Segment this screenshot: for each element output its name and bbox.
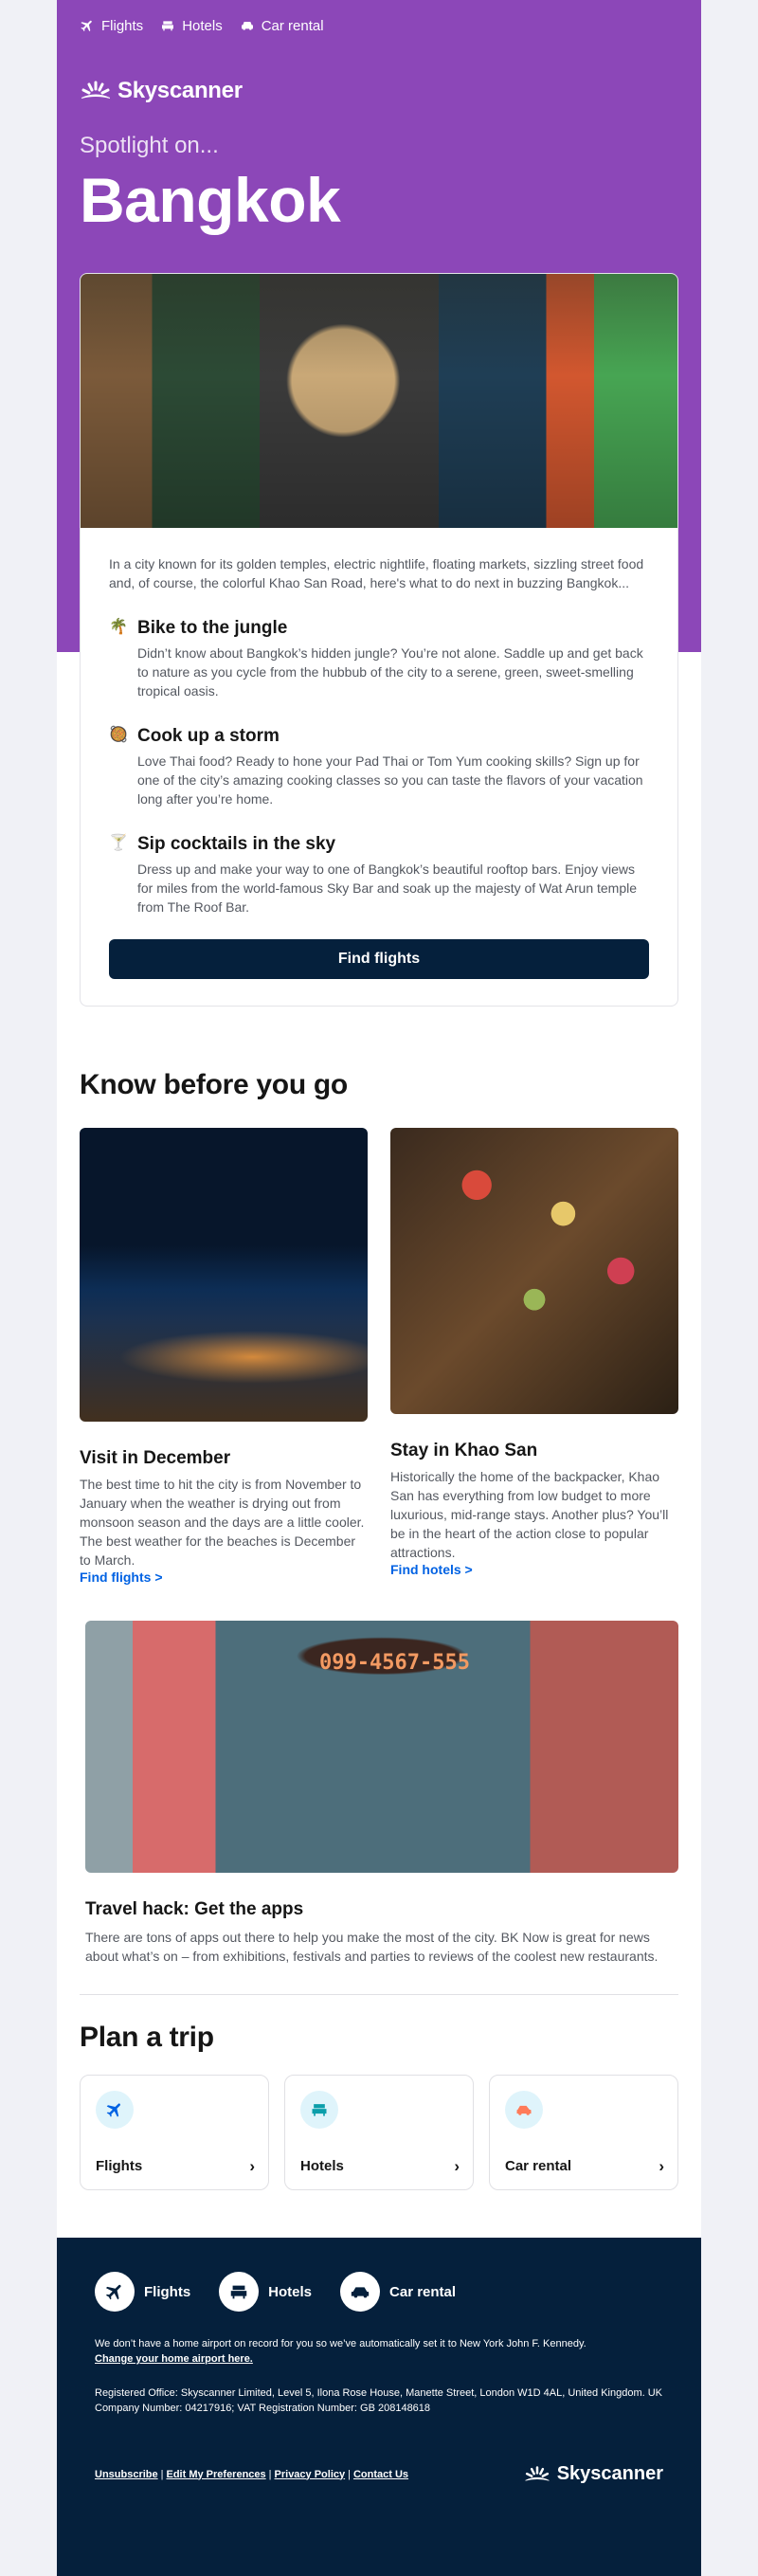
tuk-tuk-sign-text: 099-4567-555: [319, 1650, 470, 1675]
khao-san-market-image: [390, 1128, 678, 1414]
chevron-right-icon: ›: [659, 2157, 664, 2175]
plan-card-car-rental[interactable]: Car rental ›: [489, 2075, 678, 2190]
section-title: Know before you go: [80, 1069, 348, 1100]
food-pan-icon: 🥘: [109, 727, 128, 743]
tip-title: Bike to the jungle: [137, 618, 288, 638]
registered-office-text: Registered Office: Skyscanner Limited, L…: [95, 2387, 663, 2414]
info-card-text: Historically the home of the backpacker,…: [390, 1469, 669, 1560]
travel-hack-title: Travel hack: Get the apps: [85, 1899, 304, 1919]
car-icon: [241, 22, 253, 30]
chevron-right-icon: ›: [454, 2157, 460, 2175]
tip-description: Didn’t know about Bangkok’s hidden jungl…: [137, 645, 643, 698]
cocktail-icon: 🍸: [109, 835, 128, 851]
footer-logo-text: Skyscanner: [556, 2463, 663, 2484]
top-nav-car-rental-label: Car rental: [261, 17, 324, 34]
info-card-title: Stay in Khao San: [390, 1441, 538, 1460]
edit-preferences-link[interactable]: Edit My Preferences: [167, 2469, 266, 2480]
intro-card: In a city known for its golden temples, …: [80, 273, 678, 1007]
hero-city-title: Bangkok: [80, 165, 341, 235]
skyscanner-sunburst-icon: [525, 2465, 550, 2481]
bangkok-night-skyline-image: [80, 1128, 368, 1422]
section-divider: [80, 1994, 678, 1995]
separator: |: [160, 2468, 164, 2480]
privacy-policy-link[interactable]: Privacy Policy: [275, 2469, 346, 2480]
hero-section: Flights Hotels Car rental Skyscanner Spo…: [57, 0, 701, 1007]
footer-nav-label: Hotels: [268, 2283, 313, 2300]
plane-icon: [106, 2103, 120, 2117]
plan-card-label: Hotels: [300, 2158, 344, 2174]
footer-skyscanner-logo[interactable]: Skyscanner: [523, 2463, 663, 2485]
top-nav-car-rental[interactable]: Car rental: [240, 18, 324, 34]
plan-card-label: Car rental: [505, 2158, 572, 2174]
tip-title: Sip cocktails in the sky: [137, 834, 336, 854]
footer-nav-label: Flights: [144, 2283, 191, 2300]
plan-card-hotels[interactable]: Hotels ›: [284, 2075, 474, 2190]
footer-nav: Flights Hotels Car rental: [95, 2272, 663, 2312]
home-airport-note: We don’t have a home airport on record f…: [95, 2336, 663, 2367]
bed-icon: [230, 2285, 247, 2299]
contact-us-link[interactable]: Contact Us: [353, 2469, 408, 2480]
hero-image: [81, 274, 677, 528]
footer-nav-label: Car rental: [389, 2283, 457, 2300]
hero-kicker: Spotlight on...: [80, 133, 219, 158]
tip-description: Dress up and make your way to one of Ban…: [137, 862, 638, 915]
intro-text: In a city known for its golden temples, …: [109, 556, 644, 590]
palm-tree-icon: 🌴: [109, 619, 128, 635]
plan-card-label: Flights: [96, 2158, 143, 2174]
logo-text: Skyscanner: [117, 78, 243, 103]
car-icon: [516, 2105, 532, 2115]
skyscanner-sunburst-icon: [81, 81, 110, 99]
separator: |: [268, 2468, 272, 2480]
footer: Flights Hotels Car rental We don’t have …: [57, 2238, 701, 2576]
car-icon: [351, 2287, 370, 2298]
tip-item: 🌴 Bike to the jungle Didn’t know about B…: [109, 617, 649, 700]
email-container: Flights Hotels Car rental Skyscanner Spo…: [57, 0, 701, 2576]
top-nav-flights-label: Flights: [101, 17, 144, 34]
find-flights-link[interactable]: Find flights >: [80, 1569, 163, 1585]
info-card-text: The best time to hit the city is from No…: [80, 1477, 365, 1568]
tip-item: 🥘 Cook up a storm Love Thai food? Ready …: [109, 725, 649, 808]
footer-nav-hotels[interactable]: Hotels: [219, 2272, 312, 2312]
info-card: Visit in December The best time to hit t…: [80, 1128, 368, 1587]
skyscanner-logo[interactable]: Skyscanner: [80, 78, 678, 104]
section-title: Plan a trip: [80, 2022, 214, 2053]
chevron-right-icon: ›: [249, 2157, 255, 2175]
bed-icon: [162, 21, 174, 31]
separator: |: [348, 2468, 351, 2480]
tuk-tuk-image: 099-4567-555: [85, 1621, 678, 1873]
top-nav-hotels[interactable]: Hotels: [160, 18, 223, 34]
plan-card-flights[interactable]: Flights ›: [80, 2075, 269, 2190]
home-airport-text: We don’t have a home airport on record f…: [95, 2338, 587, 2349]
info-card-title: Visit in December: [80, 1448, 231, 1468]
find-flights-button[interactable]: Find flights: [109, 939, 649, 979]
plan-icon-circle: [96, 2091, 134, 2129]
plane-icon: [81, 20, 92, 32]
footer-nav-car-rental[interactable]: Car rental: [340, 2272, 456, 2312]
legal-links: Unsubscribe | Edit My Preferences | Privacy …: [95, 2469, 408, 2480]
plane-icon: [105, 2284, 121, 2300]
find-hotels-link[interactable]: Find hotels >: [390, 1562, 473, 1577]
change-home-airport-link[interactable]: Change your home airport here.: [95, 2353, 253, 2365]
top-nav-flights[interactable]: Flights: [80, 18, 143, 34]
know-before-you-go-section: Know before you go Visit in December The…: [57, 1069, 701, 1966]
travel-hack-text: There are tons of apps out there to help…: [85, 1930, 659, 1964]
footer-nav-flights[interactable]: Flights: [95, 2272, 190, 2312]
plan-icon-circle: [505, 2091, 543, 2129]
tip-title: Cook up a storm: [137, 726, 280, 746]
tip-item: 🍸 Sip cocktails in the sky Dress up and …: [109, 833, 649, 916]
plan-a-trip-section: Plan a trip Flights › Hotels › Car renta…: [57, 2022, 701, 2238]
unsubscribe-link[interactable]: Unsubscribe: [95, 2469, 158, 2480]
bed-icon: [312, 2104, 327, 2116]
tip-description: Love Thai food? Ready to hone your Pad T…: [137, 753, 643, 807]
top-nav-hotels-label: Hotels: [182, 17, 223, 34]
top-nav: Flights Hotels Car rental: [80, 0, 678, 51]
plan-icon-circle: [300, 2091, 338, 2129]
info-card: Stay in Khao San Historically the home o…: [390, 1128, 678, 1587]
